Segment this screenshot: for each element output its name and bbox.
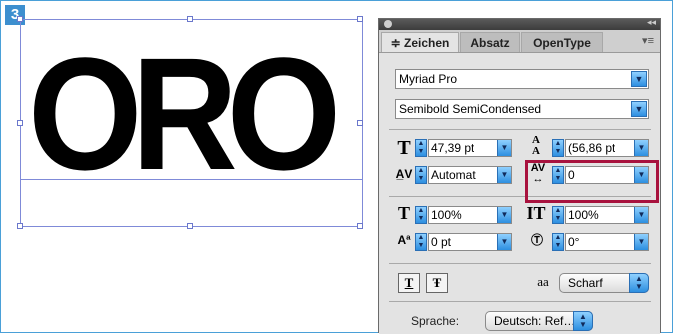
font-style-value: Semibold SemiCondensed: [399, 102, 542, 116]
horizontal-scale-field[interactable]: 100% ▼: [565, 206, 649, 224]
rotation-field[interactable]: 0° ▼: [565, 233, 649, 251]
kerning-field[interactable]: Automat ▼: [428, 166, 512, 184]
leading-field[interactable]: (56,86 pt ▼: [565, 139, 649, 157]
kerning-icon: A̲V: [395, 167, 413, 181]
chevron-down-icon[interactable]: ▼: [634, 234, 648, 250]
tab-zeichen[interactable]: ≑ Zeichen: [381, 32, 459, 52]
vertical-scale-value: 100%: [431, 208, 462, 222]
antialias-dropdown[interactable]: Scharf ▲ ▼: [559, 273, 649, 293]
divider: [389, 263, 651, 264]
font-family-value: Myriad Pro: [399, 72, 458, 86]
close-icon[interactable]: [384, 20, 392, 28]
horizontal-scale-icon: IT: [526, 203, 546, 223]
language-value: Deutsch: Ref…: [494, 314, 576, 328]
baseline-shift-stepper[interactable]: ▲ ▼: [415, 233, 427, 251]
chevron-down-icon[interactable]: ▼: [497, 140, 511, 156]
leading-stepper[interactable]: ▲ ▼: [552, 139, 564, 157]
font-size-stepper[interactable]: ▲ ▼: [415, 139, 427, 157]
panel-titlebar[interactable]: ◂◂: [379, 17, 660, 30]
horizontal-scale-stepper[interactable]: ▲ ▼: [552, 206, 564, 224]
font-family-dropdown[interactable]: Myriad Pro ▼: [395, 69, 649, 89]
antialias-value: Scharf: [568, 276, 603, 290]
vertical-scale-field[interactable]: 100% ▼: [428, 206, 512, 224]
tab-opentype[interactable]: OpenType: [521, 32, 603, 52]
divider: [389, 129, 651, 130]
chevron-updown-icon[interactable]: ▲ ▼: [573, 311, 593, 331]
leading-value: (56,86 pt: [568, 141, 616, 155]
handle-bottom-left[interactable]: [17, 223, 23, 229]
chevron-down-icon[interactable]: ▼: [631, 71, 647, 87]
language-dropdown[interactable]: Deutsch: Ref… ▲ ▼: [485, 311, 593, 331]
horizontal-scale-value: 100%: [568, 208, 599, 222]
chevron-down-icon[interactable]: ▼: [634, 140, 648, 156]
vertical-scale-stepper[interactable]: ▲ ▼: [415, 206, 427, 224]
rotation-icon: Ⓣ: [530, 233, 543, 247]
chevron-down-icon[interactable]: ▼: [497, 167, 511, 183]
panel-menu-icon[interactable]: ▾≡: [642, 34, 654, 47]
handle-bottom-center[interactable]: [187, 223, 193, 229]
rotation-value: 0°: [568, 235, 580, 249]
font-style-dropdown[interactable]: Semibold SemiCondensed ▼: [395, 99, 649, 119]
divider: [389, 301, 651, 302]
baseline-shift-icon: Aª: [397, 233, 411, 247]
chevron-down-icon[interactable]: ▼: [497, 207, 511, 223]
rotation-stepper[interactable]: ▲ ▼: [552, 233, 564, 251]
chevron-down-icon[interactable]: ▼: [634, 207, 648, 223]
text-baseline: [20, 179, 363, 180]
leading-icon: AA: [532, 134, 540, 157]
baseline-shift-field[interactable]: 0 pt ▼: [428, 233, 512, 251]
handle-middle-right[interactable]: [357, 120, 363, 126]
strikethrough-button[interactable]: Ŧ: [426, 273, 448, 293]
kerning-value: Automat: [431, 168, 476, 182]
language-label: Sprache:: [411, 314, 460, 328]
chevron-updown-icon[interactable]: ▲ ▼: [629, 273, 649, 293]
font-size-value: 47,39 pt: [431, 141, 475, 155]
chevron-down-icon[interactable]: ▼: [497, 234, 511, 250]
tracking-highlight-box: [525, 160, 659, 203]
tab-absatz[interactable]: Absatz: [460, 32, 520, 52]
font-size-icon: T: [397, 137, 411, 159]
handle-top-center[interactable]: [187, 16, 193, 22]
panel-tabs: ≑ Zeichen Absatz OpenType ▾≡: [379, 30, 660, 53]
text-frame[interactable]: [20, 19, 363, 227]
font-size-field[interactable]: 47,39 pt ▼: [428, 139, 512, 157]
handle-top-right[interactable]: [357, 16, 363, 22]
chevron-down-icon[interactable]: ▼: [631, 101, 647, 117]
antialias-icon: aa: [537, 274, 549, 289]
vertical-scale-icon: T: [397, 203, 410, 223]
kerning-stepper[interactable]: ▲ ▼: [415, 166, 427, 184]
baseline-shift-value: 0 pt: [431, 235, 452, 249]
handle-bottom-right[interactable]: [357, 223, 363, 229]
collapse-icon[interactable]: ◂◂: [647, 17, 656, 28]
handle-top-left[interactable]: [17, 16, 23, 22]
handle-middle-left[interactable]: [17, 120, 23, 126]
underline-button[interactable]: T: [398, 273, 420, 293]
